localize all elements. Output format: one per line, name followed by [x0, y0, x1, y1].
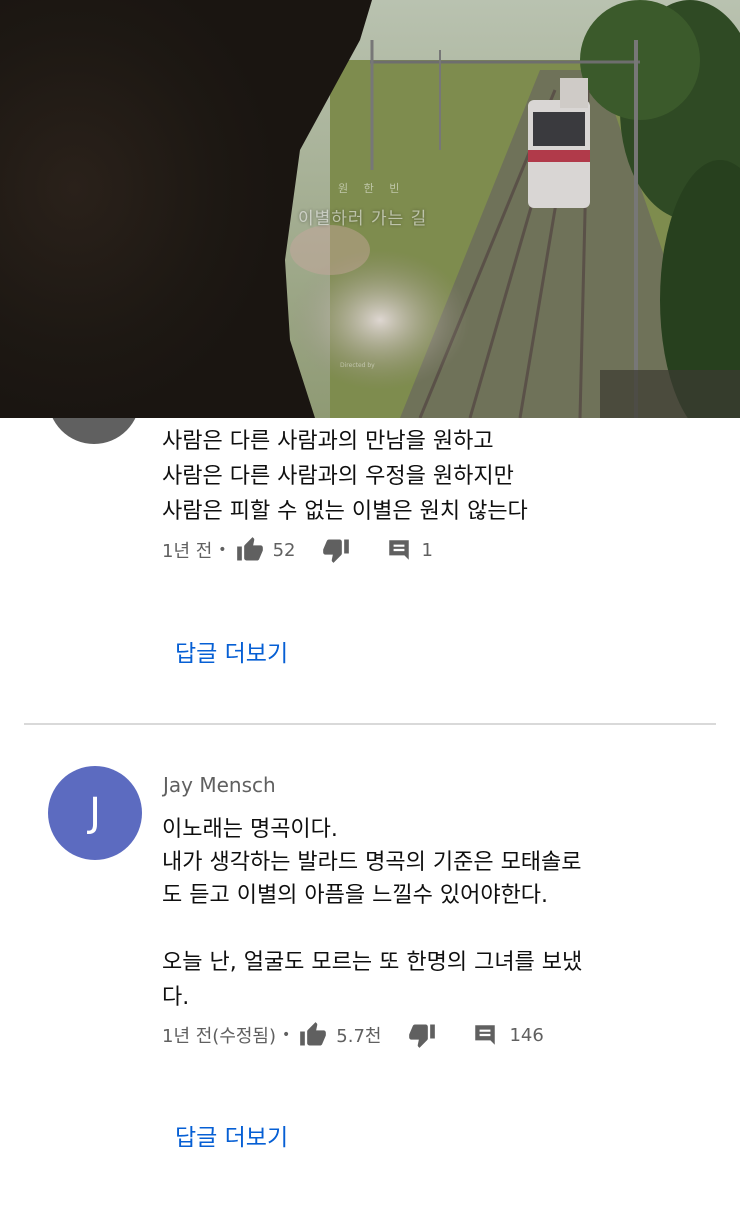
avatar-letter: J [89, 790, 101, 836]
comment-icon[interactable] [385, 537, 413, 563]
video-player[interactable]: 원 한 빈 이별하러 가는 길 Directed by [0, 0, 740, 418]
reply-count: 1 [421, 539, 433, 561]
comment-line: 오늘 난, 얼굴도 모르는 또 한명의 그녀를 보냈 [162, 950, 583, 975]
comment-icon[interactable] [471, 1022, 499, 1048]
thumbs-down-icon[interactable] [407, 1021, 437, 1049]
like-count: 52 [272, 539, 296, 561]
comment-actions: 1년 전 • 52 1 [162, 535, 433, 565]
comment-author[interactable]: Jay Mensch [163, 773, 276, 797]
video-overlay-credit: Directed by [340, 362, 375, 369]
thumbs-up-icon[interactable] [235, 536, 265, 564]
video-overlay-title: 이별하러 가는 길 [298, 209, 428, 229]
more-replies-link[interactable]: 답글 더보기 [175, 1118, 288, 1152]
like-count: 5.7천 [336, 1026, 382, 1047]
reply-count: 146 [509, 1024, 544, 1046]
comment-line: 사람은 다른 사람과의 만남을 원하고 [162, 429, 494, 454]
video-overlay-artist: 원 한 빈 [338, 182, 406, 195]
thumbs-down-icon[interactable] [321, 536, 351, 564]
comment-line: 사람은 다른 사람과의 우정을 원하지만 [162, 464, 514, 489]
comment-line: 내가 생각하는 발라드 명곡의 기준은 모태솔로 [162, 850, 582, 875]
avatar[interactable]: J [48, 766, 142, 860]
comment-actions: 1년 전(수정됨) • 5.7천 146 [162, 1020, 544, 1050]
more-replies-link[interactable]: 답글 더보기 [175, 634, 288, 668]
comment-timestamp: 1년 전(수정됨) [162, 1026, 277, 1047]
thumbs-up-icon[interactable] [298, 1021, 328, 1049]
comment-line: 이노래는 명곡이다. [162, 817, 338, 842]
divider [24, 723, 716, 725]
comment-line: 도 듣고 이별의 아픔을 느낄수 있어야한다. [162, 883, 549, 908]
comment-line: 다. [162, 985, 190, 1010]
separator-dot: • [218, 542, 227, 558]
separator-dot: • [282, 1027, 291, 1043]
comment-line: 사람은 피할 수 없는 이별은 원치 않는다 [162, 499, 528, 524]
comment-timestamp: 1년 전 [162, 541, 213, 562]
